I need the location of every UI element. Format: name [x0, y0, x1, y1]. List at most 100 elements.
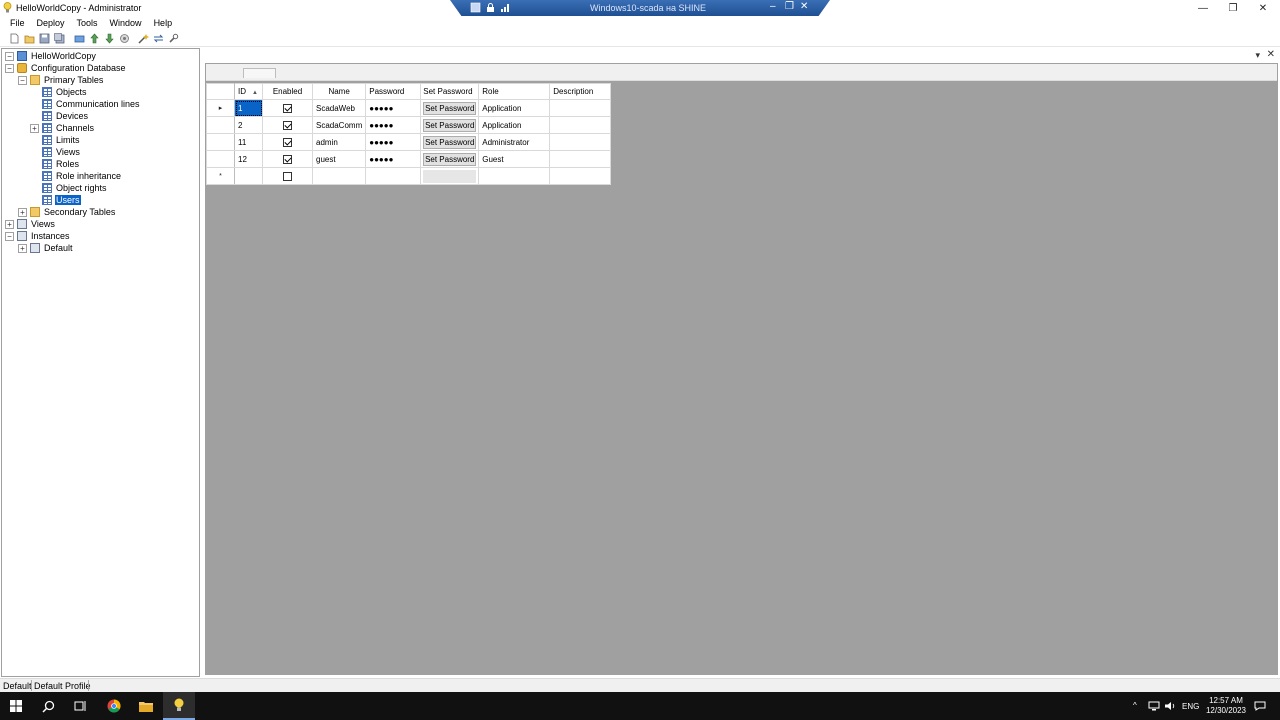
expand-toggle[interactable]: + [5, 219, 14, 229]
cell-password[interactable]: ●●●●● [365, 150, 422, 168]
dropdown-arrow-icon[interactable]: ▾ [1255, 50, 1260, 61]
cell-id[interactable]: 11 [234, 133, 263, 151]
cell-id[interactable]: 1 [234, 99, 263, 117]
cell-role[interactable] [478, 167, 551, 185]
open-folder-icon[interactable] [24, 33, 35, 44]
column-header-id[interactable]: ID ▲ [234, 83, 263, 100]
rdp-minimize-button[interactable]: – [770, 1, 776, 12]
column-header-set-password[interactable]: Set Password [420, 83, 480, 100]
network-icon[interactable] [1148, 701, 1160, 711]
cell-name[interactable]: guest [311, 150, 367, 168]
cell-password[interactable]: ●●●●● [365, 133, 422, 151]
collapse-toggle[interactable]: − [18, 75, 27, 85]
tree-node-default-instance[interactable]: + Default [18, 242, 74, 254]
new-file-icon[interactable] [9, 33, 20, 44]
row-header[interactable] [206, 133, 235, 151]
wrench-icon[interactable] [168, 33, 179, 44]
collapse-toggle[interactable]: − [5, 231, 14, 241]
upload-icon[interactable] [89, 33, 100, 44]
cell-role[interactable]: Application [478, 99, 551, 117]
table-row[interactable]: ▸ 1 ScadaWeb ●●●●● Set Password Applicat… [206, 99, 612, 117]
column-header-password[interactable]: Password [365, 83, 422, 100]
menu-deploy[interactable]: Deploy [31, 16, 71, 31]
minimize-button[interactable]: — [1188, 0, 1218, 16]
cell-name[interactable]: ScadaWeb [311, 99, 367, 117]
tree-node-secondary-tables[interactable]: + Secondary Tables [18, 206, 116, 218]
tree-node-views-root[interactable]: + Views [5, 218, 56, 230]
close-button[interactable]: ✕ [1248, 0, 1278, 16]
volume-icon[interactable] [1164, 701, 1176, 711]
start-button[interactable] [0, 692, 32, 720]
close-document-icon[interactable]: ✕ [1267, 49, 1275, 60]
table-row[interactable]: 12 guest ●●●●● Set Password Guest [206, 150, 612, 168]
expand-toggle[interactable]: + [30, 123, 39, 133]
cell-id[interactable]: 12 [234, 150, 263, 168]
cell-enabled[interactable] [262, 133, 313, 151]
cell-enabled[interactable] [262, 167, 313, 185]
tree-node-limits[interactable]: Limits [30, 134, 81, 146]
column-header-description[interactable]: Description [549, 83, 612, 100]
new-row-indicator[interactable]: * [206, 167, 235, 185]
taskbar-chrome[interactable] [98, 692, 130, 720]
menu-window[interactable]: Window [104, 16, 148, 31]
taskbar-scada-admin[interactable] [163, 692, 195, 720]
cell-id[interactable] [234, 167, 263, 185]
cell-enabled[interactable] [262, 150, 313, 168]
expand-toggle[interactable]: + [18, 243, 27, 253]
cell-name[interactable] [311, 167, 367, 185]
enabled-checkbox[interactable] [283, 137, 292, 147]
cell-role[interactable]: Guest [478, 150, 551, 168]
cell-id[interactable]: 2 [234, 116, 263, 134]
document-tab[interactable] [243, 68, 276, 78]
set-password-button[interactable]: Set Password [423, 152, 477, 166]
tree-node-config-db[interactable]: − Configuration Database [5, 62, 127, 74]
row-header[interactable] [206, 116, 235, 134]
cell-enabled[interactable] [262, 116, 313, 134]
menu-help[interactable]: Help [148, 16, 179, 31]
maximize-button[interactable]: ❐ [1218, 0, 1248, 16]
tree-node-project[interactable]: − HelloWorldCopy [5, 50, 97, 62]
cell-password[interactable] [365, 167, 422, 185]
enabled-checkbox[interactable] [283, 154, 292, 164]
enabled-checkbox[interactable] [283, 103, 292, 113]
enabled-checkbox[interactable] [283, 171, 292, 181]
collapse-toggle[interactable]: − [5, 63, 14, 73]
cell-name[interactable]: ScadaComm [311, 116, 367, 134]
language-indicator[interactable]: ENG [1182, 702, 1199, 711]
cell-password[interactable]: ●●●●● [365, 99, 422, 117]
cell-role[interactable]: Application [478, 116, 551, 134]
tray-chevron-icon[interactable]: ^ [1133, 701, 1137, 710]
column-header-role[interactable]: Role [478, 83, 551, 100]
rdp-close-button[interactable]: ✕ [800, 1, 808, 12]
tree-node-views[interactable]: Views [30, 146, 81, 158]
tree-node-role-inheritance[interactable]: Role inheritance [30, 170, 122, 182]
cell-description[interactable] [549, 133, 612, 151]
collapse-toggle[interactable]: − [5, 51, 14, 61]
cell-password[interactable]: ●●●●● [365, 116, 422, 134]
tree-node-primary-tables[interactable]: − Primary Tables [18, 74, 104, 86]
task-view-button[interactable] [64, 692, 96, 720]
wand-icon[interactable] [138, 33, 149, 44]
search-button[interactable] [32, 692, 64, 720]
enabled-checkbox[interactable] [283, 120, 292, 130]
cell-description[interactable] [549, 116, 612, 134]
system-clock[interactable]: 12:57 AM 12/30/2023 [1206, 696, 1246, 716]
set-password-button[interactable]: Set Password [423, 135, 477, 149]
taskbar-file-explorer[interactable] [130, 692, 162, 720]
tree-node-objects[interactable]: Objects [30, 86, 88, 98]
rdp-restore-button[interactable]: ❐ [785, 1, 794, 12]
save-all-icon[interactable] [54, 33, 65, 44]
cell-name[interactable]: admin [311, 133, 367, 151]
save-icon[interactable] [39, 33, 50, 44]
current-row-indicator[interactable]: ▸ [206, 99, 235, 117]
tree-node-object-rights[interactable]: Object rights [30, 182, 108, 194]
cell-enabled[interactable] [262, 99, 313, 117]
transfer-icon[interactable] [153, 33, 164, 44]
tree-node-roles[interactable]: Roles [30, 158, 80, 170]
row-header[interactable] [206, 150, 235, 168]
table-row[interactable]: 2 ScadaComm ●●●●● Set Password Applicati… [206, 116, 612, 134]
tree-node-devices[interactable]: Devices [30, 110, 89, 122]
tree-node-communication-lines[interactable]: Communication lines [30, 98, 141, 110]
tree-node-instances[interactable]: − Instances [5, 230, 71, 242]
notifications-icon[interactable] [1254, 701, 1266, 711]
